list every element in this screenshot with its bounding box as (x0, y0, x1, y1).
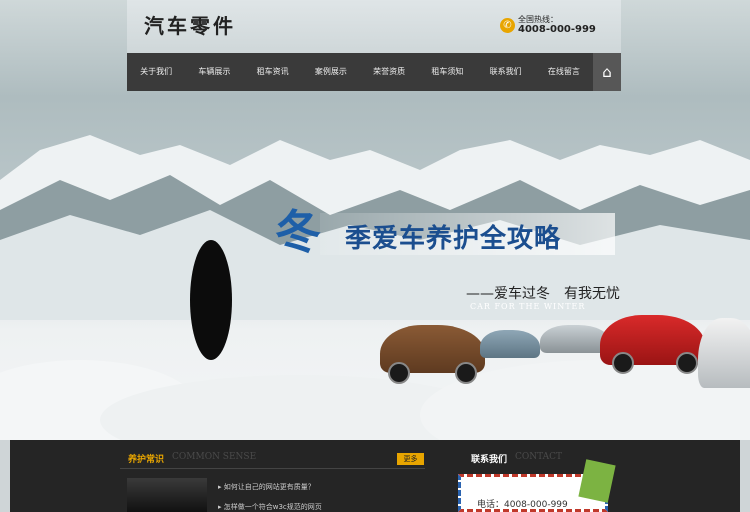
divider (120, 468, 425, 469)
tire-hole (190, 240, 232, 360)
nav-item-notice[interactable]: 租车须知 (418, 53, 476, 91)
site-logo[interactable]: 汽车零件 (144, 10, 236, 39)
more-button[interactable]: 更多 (397, 453, 424, 465)
contact-section-title: 联系我们 (471, 455, 508, 465)
news-thumbnail[interactable] (127, 478, 207, 512)
main-nav: 关于我们 车辆展示 租车资讯 案例展示 荣誉资质 租车须知 联系我们 在线留言 (127, 53, 621, 91)
banner-subline: ——爱车过冬 有我无忧 (466, 286, 620, 302)
nav-item-cases[interactable]: 案例展示 (302, 53, 360, 91)
car-wheel (612, 352, 634, 374)
banner-english: CAR FOR THE WINTER (470, 302, 586, 311)
news-item[interactable]: ▸ 怎样做一个符合w3c规范的网页 (218, 502, 322, 512)
nav-item-about[interactable]: 关于我们 (127, 53, 185, 91)
nav-item-honors[interactable]: 荣誉资质 (360, 53, 418, 91)
car-wheel (676, 352, 698, 374)
nav-item-news[interactable]: 租车资讯 (244, 53, 302, 91)
contact-phone: 电话：4008-000-999 (477, 500, 568, 510)
car-wheel (388, 362, 410, 384)
nav-item-message[interactable]: 在线留言 (535, 53, 593, 91)
care-section-title-en: COMMON SENSE (172, 452, 257, 462)
phone-icon: ✆ (500, 18, 515, 33)
news-item-label: 如何让自己的网站更有质量？ (223, 483, 315, 491)
car-wheel (455, 362, 477, 384)
banner-winter-char: 冬 (275, 205, 321, 259)
hotline-number: 4008-000-999 (518, 24, 596, 35)
news-item[interactable]: ▸ 如何让自己的网站更有质量？ (218, 482, 315, 492)
car-blue-image (480, 330, 540, 358)
care-section-title: 养护常识 (128, 455, 165, 465)
home-icon[interactable]: ⌂ (593, 53, 621, 91)
banner-headline: 季爱车养护全攻略 (345, 224, 562, 254)
nav-item-contact[interactable]: 联系我们 (477, 53, 535, 91)
contact-section-title-en: CONTACT (515, 452, 563, 462)
car-white-image (698, 318, 750, 388)
news-item-label: 怎样做一个符合w3c规范的网页 (223, 503, 322, 511)
nav-item-vehicles[interactable]: 车辆展示 (185, 53, 243, 91)
content-panel (10, 440, 740, 512)
